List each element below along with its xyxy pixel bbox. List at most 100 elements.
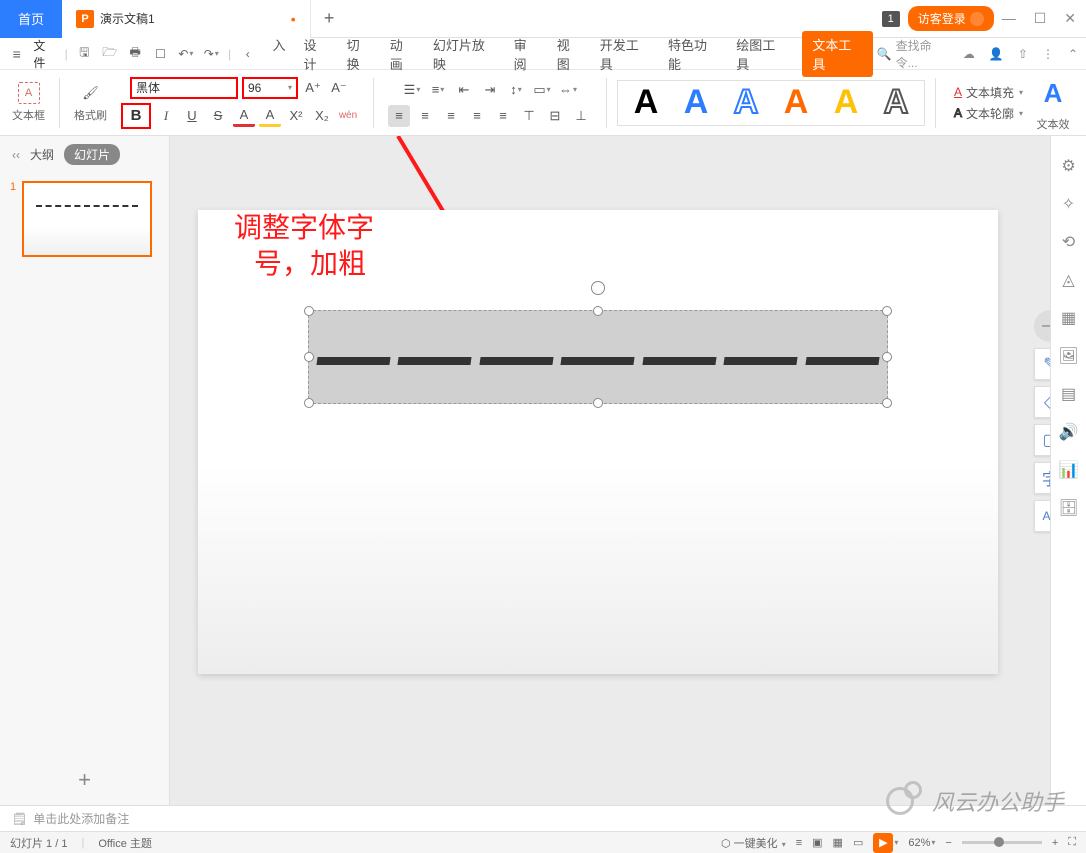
- text-direction-button[interactable]: ▭▾: [531, 79, 553, 101]
- slide-edit-surface[interactable]: — ✎ ◇ ▢ 字 A≡: [198, 210, 998, 674]
- guest-login-button[interactable]: 访客登录: [908, 6, 994, 31]
- tab-slideshow[interactable]: 幻灯片放映: [431, 31, 498, 77]
- tab-design[interactable]: 设计: [302, 31, 331, 77]
- normal-view-icon[interactable]: ▣: [812, 836, 822, 849]
- selected-textbox[interactable]: [308, 310, 888, 404]
- tab-view[interactable]: 视图: [555, 31, 584, 77]
- text-effect-icon[interactable]: A: [1033, 73, 1073, 113]
- font-size-input[interactable]: 96▾: [242, 77, 298, 99]
- tab-special[interactable]: 特色功能: [666, 31, 720, 77]
- float-fill-icon[interactable]: ◇: [1034, 386, 1050, 418]
- pinyin-button[interactable]: wén: [337, 105, 359, 127]
- slide-canvas[interactable]: — ✎ ◇ ▢ 字 A≡ 调整字体字 号，加粗: [170, 136, 1050, 805]
- line-spacing-button[interactable]: ↕▾: [505, 79, 527, 101]
- rside-grid-icon[interactable]: ▦: [1061, 308, 1076, 328]
- zoom-in-button[interactable]: +: [1052, 837, 1058, 849]
- text-fill-button[interactable]: A文本填充▾: [954, 84, 1023, 101]
- align-left-button[interactable]: ≡: [388, 105, 410, 127]
- decrease-indent-button[interactable]: ⇤: [453, 79, 475, 101]
- file-menu[interactable]: 文件: [33, 37, 56, 71]
- align-center-button[interactable]: ≡: [414, 105, 436, 127]
- rside-archive-icon[interactable]: 🗄: [1058, 498, 1078, 518]
- redo-icon[interactable]: ↷▾: [203, 45, 220, 63]
- home-tab[interactable]: 首页: [0, 0, 62, 38]
- style-4[interactable]: A: [776, 83, 816, 123]
- style-1[interactable]: A: [626, 83, 666, 123]
- highlight-button[interactable]: A: [259, 105, 281, 127]
- strike-button[interactable]: S: [207, 105, 229, 127]
- valign-mid-button[interactable]: ⊟: [544, 105, 566, 127]
- align-right-button[interactable]: ≡: [440, 105, 462, 127]
- style-3[interactable]: A: [726, 83, 766, 123]
- tab-text-tools[interactable]: 文本工具: [802, 31, 872, 77]
- collapse-ribbon-icon[interactable]: ⌃: [1068, 47, 1078, 61]
- print-icon[interactable]: 🖶: [126, 45, 143, 63]
- sorter-view-icon[interactable]: ▦: [833, 836, 843, 849]
- cloud-icon[interactable]: ☁: [963, 47, 975, 61]
- numbering-button[interactable]: ≡▾: [427, 79, 449, 101]
- tab-devtools[interactable]: 开发工具: [598, 31, 652, 77]
- tab-drawing[interactable]: 绘图工具: [734, 31, 788, 77]
- rside-shape-icon[interactable]: ◬: [1062, 270, 1074, 290]
- char-spacing-button[interactable]: ⇔▾: [557, 79, 579, 101]
- print-preview-icon[interactable]: ☐: [152, 45, 169, 63]
- float-style-icon[interactable]: A≡: [1034, 500, 1050, 532]
- share-person-icon[interactable]: 👤: [989, 47, 1004, 61]
- float-border-icon[interactable]: ▢: [1034, 424, 1050, 456]
- textbox-icon[interactable]: A: [18, 82, 40, 104]
- increase-indent-button[interactable]: ⇥: [479, 79, 501, 101]
- notes-view-icon[interactable]: ≡: [796, 837, 802, 849]
- bullets-button[interactable]: ☰▾: [401, 79, 423, 101]
- zoom-out-button[interactable]: −: [945, 837, 951, 849]
- float-text-icon[interactable]: 字: [1034, 462, 1050, 494]
- increase-font-icon[interactable]: A⁺: [302, 77, 324, 99]
- save-as-icon[interactable]: 🗁: [101, 45, 118, 63]
- text-outline-button[interactable]: A文本轮廓▾: [954, 105, 1023, 122]
- style-5[interactable]: A: [826, 83, 866, 123]
- rside-transition-icon[interactable]: ⟲: [1062, 232, 1075, 252]
- slide-thumbnail-1[interactable]: [22, 181, 152, 257]
- font-family-input[interactable]: 黑体: [130, 77, 238, 99]
- rside-animation-icon[interactable]: ✧: [1062, 194, 1075, 214]
- align-distribute-button[interactable]: ≡: [492, 105, 514, 127]
- collapse-panel-button[interactable]: ‹‹: [12, 148, 20, 162]
- notification-badge[interactable]: 1: [882, 11, 900, 27]
- rside-image-icon[interactable]: 🖼: [1058, 346, 1078, 366]
- reading-view-icon[interactable]: ▭: [853, 836, 863, 849]
- outline-tab[interactable]: 大纲: [30, 146, 54, 163]
- tab-insert[interactable]: 入: [270, 31, 287, 77]
- style-2[interactable]: A: [676, 83, 716, 123]
- collapse-float-tools[interactable]: —: [1034, 310, 1050, 342]
- more-icon[interactable]: ⋮: [1042, 47, 1054, 61]
- decrease-font-icon[interactable]: A⁻: [328, 77, 350, 99]
- undo-icon[interactable]: ↶▾: [177, 45, 194, 63]
- italic-button[interactable]: I: [155, 105, 177, 127]
- beautify-button[interactable]: ⬡ 一键美化 ▾: [721, 835, 786, 851]
- bold-button[interactable]: B: [121, 103, 151, 129]
- font-color-button[interactable]: A: [233, 105, 255, 127]
- align-justify-button[interactable]: ≡: [466, 105, 488, 127]
- rotate-handle[interactable]: [591, 281, 605, 295]
- tab-animation[interactable]: 动画: [388, 31, 417, 77]
- rside-table-icon[interactable]: ▤: [1061, 384, 1076, 404]
- command-search[interactable]: 🔍 查找命令...: [877, 37, 949, 71]
- format-painter-icon[interactable]: 🖌: [80, 82, 102, 104]
- float-edit-icon[interactable]: ✎: [1034, 348, 1050, 380]
- text-styles-gallery[interactable]: A A A A A A: [617, 80, 925, 126]
- add-slide-button[interactable]: +: [0, 755, 169, 805]
- tab-transition[interactable]: 切换: [345, 31, 374, 77]
- rside-properties-icon[interactable]: ⚙: [1061, 156, 1075, 176]
- menu-icon[interactable]: ≡: [8, 45, 25, 63]
- share-icon[interactable]: ⇧: [1018, 47, 1028, 61]
- valign-bot-button[interactable]: ⊥: [570, 105, 592, 127]
- style-6[interactable]: A: [876, 83, 916, 123]
- rside-chart-icon[interactable]: 📊: [1059, 460, 1079, 480]
- underline-button[interactable]: U: [181, 105, 203, 127]
- zoom-level[interactable]: 62%: [908, 837, 930, 849]
- subscript-button[interactable]: X₂: [311, 105, 333, 127]
- slideshow-button[interactable]: ▶: [873, 833, 893, 853]
- close-button[interactable]: ✕: [1064, 10, 1076, 27]
- save-icon[interactable]: 🖫: [76, 45, 93, 63]
- zoom-slider[interactable]: [962, 841, 1042, 844]
- notes-placeholder[interactable]: 单击此处添加备注: [33, 810, 129, 827]
